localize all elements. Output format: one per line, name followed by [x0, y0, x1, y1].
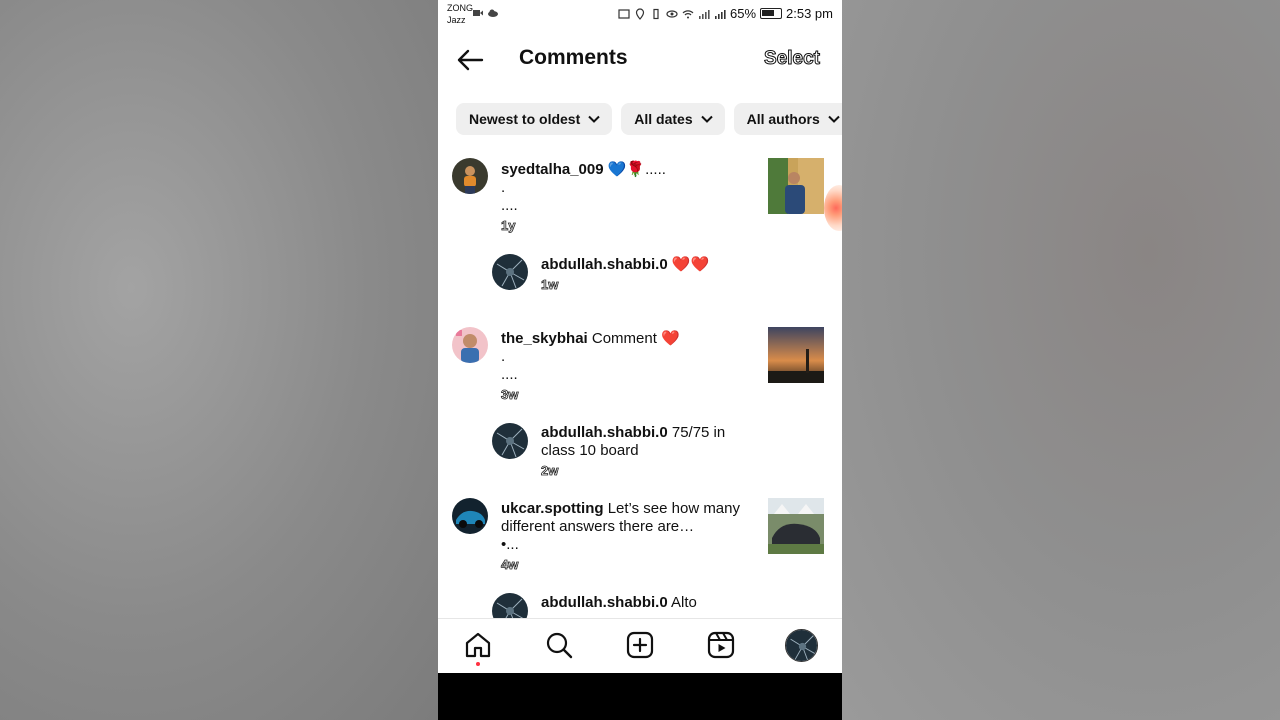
- filter-bar: Newest to oldest All dates All authors: [456, 103, 842, 135]
- post-thumbnail[interactable]: [768, 158, 824, 214]
- vibrate-icon: [653, 8, 659, 19]
- system-nav-area: [438, 673, 842, 720]
- avatar[interactable]: [452, 498, 488, 534]
- create-icon[interactable]: [625, 630, 655, 660]
- comment-text: abdullah.shabbi.0 Alto: [541, 594, 697, 611]
- username[interactable]: ukcar.spotting: [501, 500, 604, 517]
- background-right: [842, 0, 1280, 720]
- avatar[interactable]: [452, 158, 488, 194]
- cast-icon: [618, 8, 630, 19]
- comment-text: the_skybhai Comment ❤️ . .... 3w: [501, 330, 751, 404]
- comment-text: syedtalha_009 💙🌹..... . .... 1y: [501, 161, 751, 235]
- avatar[interactable]: [492, 423, 528, 459]
- timestamp: 2w: [541, 463, 559, 479]
- reels-icon[interactable]: [706, 630, 736, 660]
- page-title: Comments: [519, 46, 628, 69]
- username[interactable]: syedtalha_009: [501, 161, 604, 178]
- signal-icon-2: [714, 9, 726, 19]
- notification-dot: [476, 662, 480, 666]
- battery-percent: 65%: [729, 6, 757, 21]
- chevron-down-icon: [700, 115, 713, 123]
- post-thumbnail[interactable]: [768, 498, 824, 554]
- status-bar: ZONG Jazz 65% 2:53 pm: [438, 0, 842, 28]
- background-left: [0, 0, 438, 720]
- profile-avatar[interactable]: [785, 629, 818, 662]
- carrier-label: ZONG Jazz: [447, 3, 473, 25]
- floating-bubble[interactable]: [824, 185, 842, 231]
- cloud-icon: [488, 9, 498, 17]
- bottom-navigation: [438, 618, 842, 673]
- timestamp: 4w: [501, 557, 519, 573]
- author-filter-chip[interactable]: All authors: [733, 103, 842, 135]
- timestamp: 3w: [501, 387, 519, 403]
- timestamp: 1y: [501, 218, 516, 234]
- location-icon: [635, 7, 645, 20]
- clock: 2:53 pm: [786, 6, 833, 21]
- comment-text: abdullah.shabbi.0 ❤️❤️ 1w: [541, 256, 751, 294]
- username[interactable]: abdullah.shabbi.0: [541, 256, 668, 273]
- comment-text: ukcar.spotting Let’s see how many differ…: [501, 500, 751, 574]
- date-filter-chip[interactable]: All dates: [621, 103, 725, 135]
- back-arrow-icon[interactable]: [456, 48, 484, 72]
- sort-filter-chip[interactable]: Newest to oldest: [456, 103, 613, 135]
- home-icon[interactable]: [463, 630, 493, 660]
- wifi-icon: [682, 9, 694, 18]
- signal-icon-1: [698, 9, 710, 19]
- username[interactable]: the_skybhai: [501, 330, 588, 347]
- chevron-down-icon: [828, 115, 840, 123]
- eye-icon: [666, 9, 678, 18]
- status-left-icons: [472, 7, 499, 19]
- username[interactable]: abdullah.shabbi.0: [541, 424, 668, 441]
- battery-icon: [760, 8, 783, 19]
- avatar[interactable]: [452, 327, 488, 363]
- post-thumbnail[interactable]: [768, 327, 824, 383]
- search-icon[interactable]: [544, 630, 574, 660]
- comment-text: abdullah.shabbi.0 75/75 in class 10 boar…: [541, 424, 751, 480]
- select-button[interactable]: Select: [764, 48, 821, 70]
- header: Comments Select: [438, 36, 842, 84]
- status-right: 65% 2:53 pm: [618, 6, 833, 21]
- video-call-icon: [473, 10, 483, 16]
- chevron-down-icon: [588, 115, 600, 123]
- avatar[interactable]: [492, 254, 528, 290]
- username[interactable]: abdullah.shabbi.0: [541, 594, 668, 611]
- timestamp: 1w: [541, 277, 559, 293]
- phone-screen: ZONG Jazz 65% 2:53 pm Comments Select Ne…: [438, 0, 842, 720]
